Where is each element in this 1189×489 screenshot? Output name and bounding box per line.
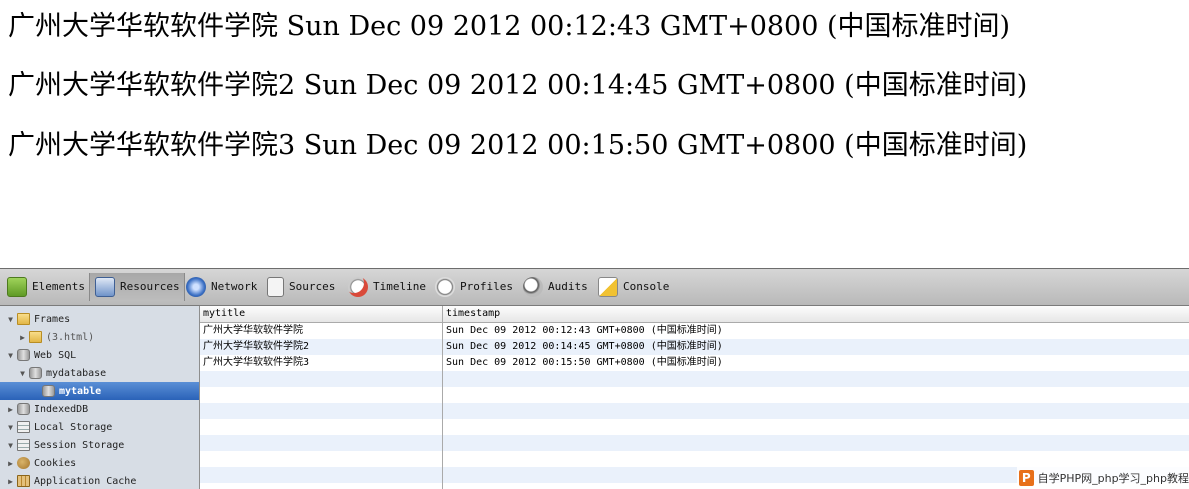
sidebar-item-application-cache[interactable]: ▶ Application Cache (0, 472, 205, 489)
resources-icon (95, 277, 115, 297)
page: 广州大学华软软件学院 Sun Dec 09 2012 00:12:43 GMT+… (0, 0, 1189, 489)
watermark-text: 自学PHP网_php学习_php教程 (1037, 472, 1189, 485)
sidebar-item-session-storage[interactable]: ▼ Session Storage (0, 436, 205, 454)
folder-icon (17, 313, 30, 325)
sidebar-item-mytable[interactable]: mytable (0, 382, 199, 400)
expand-toggle-icon[interactable]: ▼ (6, 423, 15, 432)
tab-label: Resources (120, 280, 180, 293)
tab-timeline[interactable]: Timeline (348, 275, 426, 299)
sidebar-item-label: mytable (59, 385, 102, 397)
sidebar-item-label: Frames (34, 313, 71, 325)
profiles-icon (435, 277, 455, 297)
devtools-toolbar: Elements Resources Network Sources Timel… (0, 269, 1189, 306)
tab-elements[interactable]: Elements (7, 275, 85, 299)
table-icon (17, 421, 30, 433)
network-icon (186, 277, 206, 297)
expand-toggle-icon[interactable]: ▶ (6, 477, 15, 486)
tab-network[interactable]: Network (186, 275, 257, 299)
sidebar-item-label: Application Cache (34, 475, 137, 487)
cell-timestamp: Sun Dec 09 2012 00:15:50 GMT+0800 (中国标准时… (446, 357, 723, 368)
cache-icon (17, 475, 30, 487)
audits-icon (523, 277, 543, 297)
cell-mytitle: 广州大学华软软件学院 (203, 325, 303, 336)
expand-toggle-icon (31, 387, 40, 396)
expand-toggle-icon[interactable]: ▶ (6, 405, 15, 414)
tab-sources[interactable]: Sources (267, 275, 335, 299)
database-icon (17, 403, 30, 415)
folder-icon (29, 331, 42, 343)
sidebar-item-mydatabase[interactable]: ▼ mydatabase (0, 364, 217, 382)
expand-toggle-icon[interactable]: ▼ (6, 315, 15, 324)
sidebar-item-label: Cookies (34, 457, 77, 469)
cell-mytitle: 广州大学华软软件学院3 (203, 357, 310, 368)
column-divider[interactable] (442, 306, 443, 489)
table-db-icon (42, 385, 55, 397)
expand-toggle-icon[interactable]: ▼ (6, 351, 15, 360)
sidebar-item-indexeddb[interactable]: ▶ IndexedDB (0, 400, 205, 418)
sidebar-item-label: Local Storage (34, 421, 113, 433)
watermark: P 自学PHP网_php学习_php教程 (1017, 466, 1189, 489)
sidebar-item-cookies[interactable]: ▶ Cookies (0, 454, 205, 472)
empty-row (200, 451, 1189, 467)
empty-row (200, 419, 1189, 435)
tab-label: Timeline (373, 280, 426, 293)
cookie-icon (17, 457, 30, 469)
tab-label: Network (211, 280, 258, 293)
elements-icon (7, 277, 27, 297)
column-header-mytitle[interactable]: mytitle (200, 306, 245, 322)
empty-row (200, 371, 1189, 387)
table-row[interactable]: 广州大学华软软件学院2 Sun Dec 09 2012 00:14:45 GMT… (200, 339, 1189, 355)
tab-label: Elements (32, 280, 85, 293)
devtools-panel: Elements Resources Network Sources Timel… (0, 268, 1189, 489)
sources-icon (267, 277, 284, 297)
console-icon (598, 277, 618, 297)
expand-toggle-icon[interactable]: ▶ (18, 333, 27, 342)
tab-profiles[interactable]: Profiles (435, 275, 513, 299)
column-header-timestamp[interactable]: timestamp (443, 306, 500, 322)
tab-resources[interactable]: Resources (89, 273, 185, 301)
sidebar-item-label: IndexedDB (34, 403, 89, 415)
empty-row (200, 435, 1189, 451)
cell-timestamp: Sun Dec 09 2012 00:14:45 GMT+0800 (中国标准时… (446, 341, 723, 352)
sidebar-item-frame-3-html[interactable]: ▶ (3.html) (0, 328, 217, 346)
cell-mytitle: 广州大学华软软件学院2 (203, 341, 310, 352)
expand-toggle-icon[interactable]: ▶ (6, 459, 15, 468)
database-icon (29, 367, 42, 379)
sidebar-item-label: (3.html) (46, 331, 95, 343)
sidebar-item-frames[interactable]: ▼ Frames (0, 310, 205, 328)
sidebar-item-label: mydatabase (46, 367, 107, 379)
expand-toggle-icon[interactable]: ▼ (18, 369, 27, 378)
record-line: 广州大学华软软件学院2 Sun Dec 09 2012 00:14:45 GMT… (8, 70, 1028, 101)
tab-label: Sources (289, 280, 336, 293)
tab-console[interactable]: Console (598, 275, 669, 299)
sidebar-item-label: Session Storage (34, 439, 125, 451)
table-row[interactable]: 广州大学华软软件学院3 Sun Dec 09 2012 00:15:50 GMT… (200, 355, 1189, 371)
empty-row (200, 387, 1189, 403)
tab-label: Console (623, 280, 670, 293)
grid-header: mytitle timestamp (200, 306, 1189, 323)
tab-label: Audits (548, 280, 588, 293)
sidebar-item-web-sql[interactable]: ▼ Web SQL (0, 346, 205, 364)
cell-timestamp: Sun Dec 09 2012 00:12:43 GMT+0800 (中国标准时… (446, 325, 723, 336)
empty-row (200, 403, 1189, 419)
expand-toggle-icon[interactable]: ▼ (6, 441, 15, 450)
tab-label: Profiles (460, 280, 513, 293)
watermark-logo-icon: P (1019, 470, 1034, 486)
database-icon (17, 349, 30, 361)
tab-audits[interactable]: Audits (523, 275, 588, 299)
sidebar-item-local-storage[interactable]: ▼ Local Storage (0, 418, 205, 436)
table-row[interactable]: 广州大学华软软件学院 Sun Dec 09 2012 00:12:43 GMT+… (200, 323, 1189, 339)
resources-sidebar: ▼ Frames ▶ (3.html) ▼ Web SQL ▼ mydataba… (0, 306, 200, 489)
data-grid: mytitle timestamp 广州大学华软软件学院 Sun Dec 09 … (200, 306, 1189, 489)
record-line: 广州大学华软软件学院 Sun Dec 09 2012 00:12:43 GMT+… (8, 11, 1011, 42)
timeline-icon (348, 277, 368, 297)
table-icon (17, 439, 30, 451)
record-line: 广州大学华软软件学院3 Sun Dec 09 2012 00:15:50 GMT… (8, 130, 1028, 161)
sidebar-item-label: Web SQL (34, 349, 77, 361)
